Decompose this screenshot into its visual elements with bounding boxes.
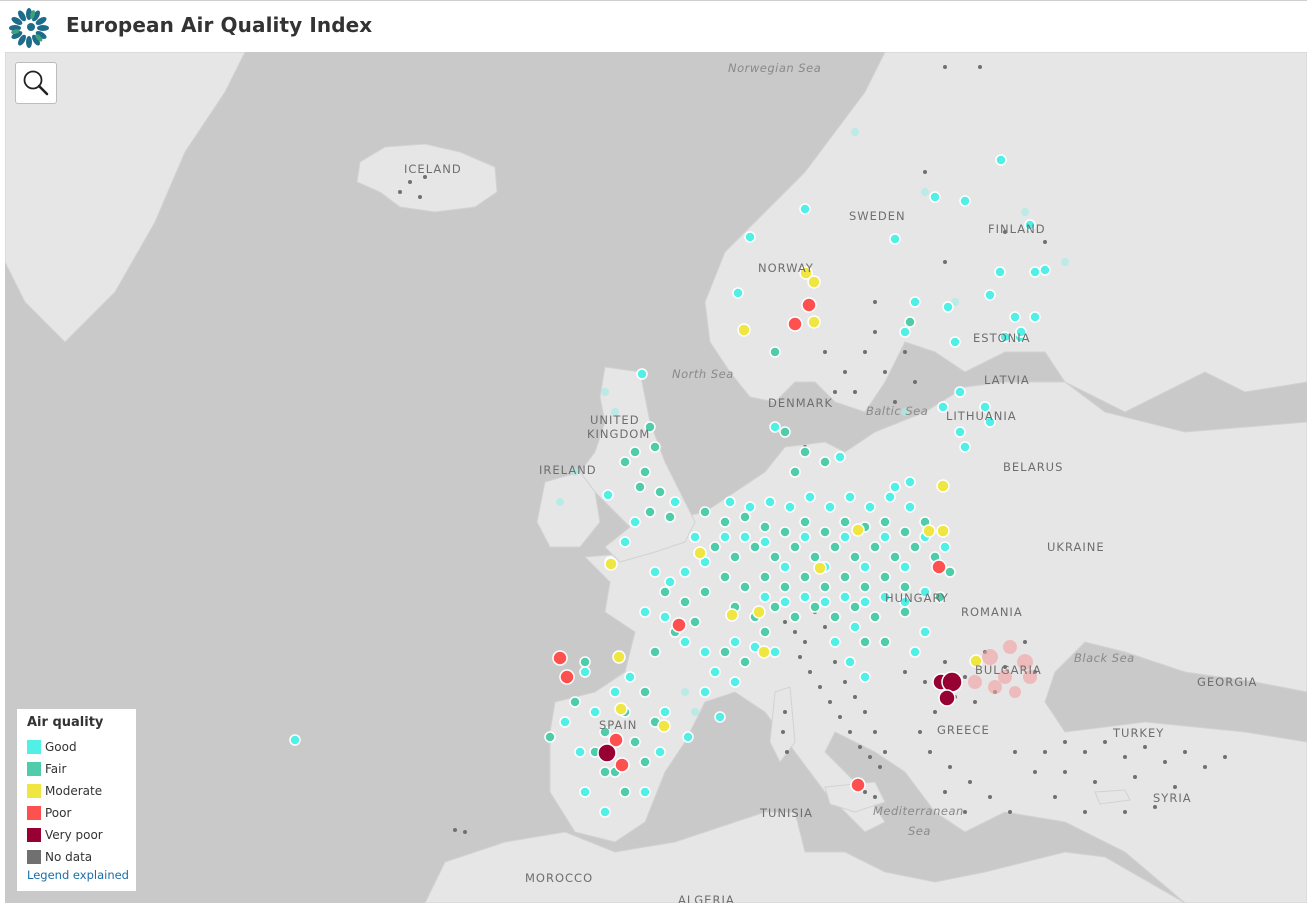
map-label-algeria: ALGERIA xyxy=(678,893,735,903)
map-label-mediterranean-sea: Sea xyxy=(908,824,931,838)
map-label-turkey: TURKEY xyxy=(1113,726,1165,740)
legend-item-fair: Fair xyxy=(27,758,136,780)
legend-item-no-data: No data xyxy=(27,846,136,868)
legend-item-label: Fair xyxy=(45,762,67,776)
eea-logo-icon xyxy=(9,8,49,48)
legend-title: Air quality xyxy=(27,715,104,730)
map-label-morocco: MOROCCO xyxy=(525,871,594,885)
legend-item-label: Very poor xyxy=(45,828,103,842)
map-label-baltic-sea: Baltic Sea xyxy=(866,404,929,418)
map-label-black-sea: Black Sea xyxy=(1074,651,1135,665)
map-label-lithuania: LITHUANIA xyxy=(946,409,1017,423)
map-label-mediterranean: Mediterranean xyxy=(873,804,964,818)
map-label-sweden: SWEDEN xyxy=(849,209,906,223)
legend-panel: Air quality Good Fair Moderate Poor Very poo… xyxy=(17,709,136,891)
map-label-georgia: GEORGIA xyxy=(1197,675,1258,689)
land-great-britain xyxy=(579,366,696,563)
map-label-tunisia: TUNISIA xyxy=(760,806,813,820)
map-label-denmark: DENMARK xyxy=(768,396,834,410)
map-label-bulgaria: BULGARIA xyxy=(975,663,1042,677)
map-label-latvia: LATVIA xyxy=(984,373,1030,387)
map-label-north-sea: North Sea xyxy=(672,367,734,381)
land-north-africa xyxy=(424,811,1187,903)
map-label-ukraine: UKRAINE xyxy=(1047,540,1105,554)
legend-swatch xyxy=(27,806,41,820)
map-label-romania: ROMANIA xyxy=(961,605,1023,619)
map-label-kingdom: KINGDOM xyxy=(587,427,651,441)
legend-item-good: Good xyxy=(27,736,136,758)
page-title: European Air Quality Index xyxy=(66,13,373,37)
air-quality-map[interactable]: Norwegian Sea ICELAND SWEDEN FINLAND NOR… xyxy=(5,52,1307,903)
legend-item-label: Moderate xyxy=(45,784,103,798)
map-label-ireland: IRELAND xyxy=(539,463,597,477)
map-label-estonia: ESTONIA xyxy=(973,331,1031,345)
legend-item-label: No data xyxy=(45,850,93,864)
search-button[interactable] xyxy=(15,62,57,104)
map-label-iceland: ICELAND xyxy=(404,162,462,176)
search-icon xyxy=(23,70,49,96)
legend-item-label: Poor xyxy=(45,806,72,820)
land-iceland xyxy=(356,143,498,213)
map-canvas[interactable] xyxy=(5,52,1307,903)
legend-item-poor: Poor xyxy=(27,802,136,824)
map-label-united: UNITED xyxy=(590,413,640,427)
legend-swatch xyxy=(27,828,41,842)
legend-item-moderate: Moderate xyxy=(27,780,136,802)
legend-explained-link[interactable]: Legend explained xyxy=(27,868,136,882)
map-label-greece: GREECE xyxy=(937,723,990,737)
map-label-hungary: HUNGARY xyxy=(885,591,949,605)
legend-swatch xyxy=(27,740,41,754)
map-label-syria: SYRIA xyxy=(1153,791,1192,805)
map-label-norway: NORWAY xyxy=(758,261,814,275)
legend-swatch xyxy=(27,762,41,776)
app-header: European Air Quality Index xyxy=(0,0,1307,51)
map-label-finland: FINLAND xyxy=(988,222,1046,236)
legend-item-very-poor: Very poor xyxy=(27,824,136,846)
map-label-spain: SPAIN xyxy=(599,718,638,732)
legend-swatch xyxy=(27,784,41,798)
map-label-norwegian-sea: Norwegian Sea xyxy=(728,61,822,75)
legend-swatch xyxy=(27,850,41,864)
legend-item-label: Good xyxy=(45,740,77,754)
map-label-belarus: BELARUS xyxy=(1003,460,1064,474)
